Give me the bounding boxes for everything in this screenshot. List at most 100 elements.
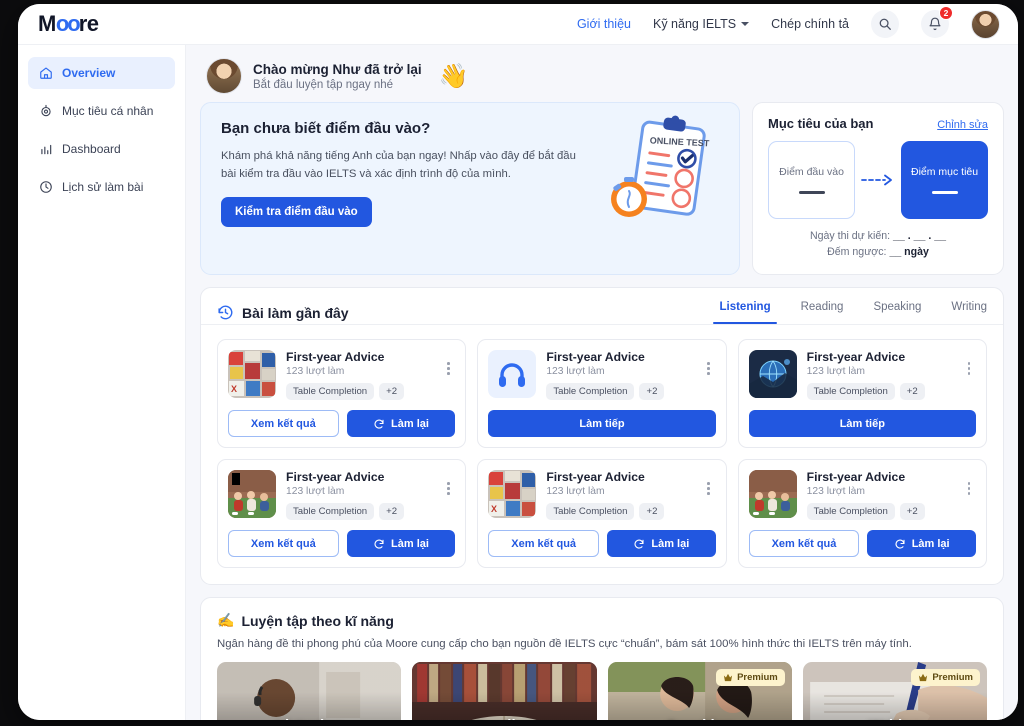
attempt-card[interactable]: X First-year Advice 123 lượt làm Table C… xyxy=(477,459,727,568)
attempt-card[interactable]: First-year Advice 123 lượt làm Table Com… xyxy=(477,339,727,448)
skill-card-speaking[interactable]: Premium Speaking xyxy=(607,662,792,720)
view-result-button[interactable]: Xem kết quả xyxy=(488,530,599,557)
retry-button-label: Làm lại xyxy=(651,537,690,550)
thumbnail-newspaper-collage: X xyxy=(488,470,537,518)
card-tag: Table Completion xyxy=(546,383,635,400)
crown-icon xyxy=(724,673,733,682)
nav-item-gioi-thieu[interactable]: Giới thiệu xyxy=(577,17,631,31)
view-result-button[interactable]: Xem kết quả xyxy=(748,530,860,557)
thumbnail-newspaper-collage: X xyxy=(228,350,276,398)
nav-item-ky-nang-ielts[interactable]: Kỹ năng IELTS xyxy=(653,17,750,31)
card-tag: Table Completion xyxy=(806,383,895,400)
view-result-button[interactable]: Xem kết quả xyxy=(228,410,339,437)
skill-card-listening[interactable]: Listening xyxy=(217,662,402,720)
retry-button-label: Làm lại xyxy=(391,417,429,430)
card-attempts: 123 lượt làm xyxy=(286,486,345,497)
view-result-button[interactable]: Xem kết quả xyxy=(228,530,339,557)
card-tag-more: +2 xyxy=(379,503,405,520)
writing-hand-icon: ✍️ xyxy=(217,612,235,628)
continue-button[interactable]: Làm tiếp xyxy=(488,410,716,437)
tab-reading[interactable]: Reading xyxy=(801,301,844,324)
card-menu-button[interactable] xyxy=(702,350,716,400)
card-attempts: 123 lượt làm xyxy=(806,486,865,497)
card-top: First-year Advice 123 lượt làm Table Com… xyxy=(748,350,976,400)
card-tags: Table Completion +2 xyxy=(546,503,691,520)
card-info: First-year Advice 123 lượt làm Table Com… xyxy=(286,350,431,400)
skill-card-reading[interactable]: Reading xyxy=(412,662,597,720)
skill-label: Writing xyxy=(803,717,987,720)
goal-edit-link[interactable]: Chỉnh sửa xyxy=(937,119,988,131)
notifications-button[interactable]: 2 xyxy=(921,6,953,38)
svg-text:X: X xyxy=(491,504,497,514)
sidebar-item-dashboard[interactable]: Dashboard xyxy=(28,133,175,165)
card-top: X First-year Advice 123 lượt làm Table C… xyxy=(488,470,715,520)
card-attempts: 123 lượt làm xyxy=(546,366,605,377)
sidebar-item-muc-tieu-ca-nhan[interactable]: Mục tiêu cá nhân xyxy=(28,95,175,127)
retry-button-label: Làm lại xyxy=(391,537,429,550)
moore-logo[interactable]: Moo re xyxy=(38,11,99,37)
attempt-card[interactable]: First-year Advice 123 lượt làm Table Com… xyxy=(217,459,467,568)
tab-listening[interactable]: Listening xyxy=(713,301,777,324)
sidebar: Overview Mục tiêu cá nhân Dashboard Lịch… xyxy=(18,45,186,720)
retry-button[interactable]: Làm lại xyxy=(867,530,976,557)
entry-score-value xyxy=(798,191,825,194)
retry-button[interactable]: Làm lại xyxy=(346,410,456,437)
attempt-card[interactable]: First-year Advice 123 lượt làm Table Com… xyxy=(737,459,987,568)
retry-button[interactable]: Làm lại xyxy=(607,530,716,557)
card-tags: Table Completion +2 xyxy=(286,383,431,400)
card-attempts: 123 lượt làm xyxy=(286,366,345,377)
crown-icon xyxy=(919,673,928,682)
card-menu-button[interactable] xyxy=(962,350,976,400)
sidebar-item-label: Lịch sử làm bài xyxy=(62,180,144,194)
card-tag: Table Completion xyxy=(286,503,375,520)
card-menu-button[interactable] xyxy=(441,350,455,400)
exam-date-label: Ngày thi dự kiến: xyxy=(809,230,891,242)
card-title: First-year Advice xyxy=(806,470,906,484)
waving-hand-icon: 👋 xyxy=(438,62,469,90)
app-window: Moo re Giới thiệu Kỹ năng IELTS Chép chín… xyxy=(18,4,1018,720)
card-tags: Table Completion +2 xyxy=(806,383,952,400)
goal-boxes: Điểm đầu vào Điểm mục tiêu xyxy=(768,141,988,219)
premium-badge: Premium xyxy=(716,669,785,686)
skill-label: Speaking xyxy=(608,717,792,720)
top-header: Moo re Giới thiệu Kỹ năng IELTS Chép chín… xyxy=(18,4,1018,45)
tab-speaking[interactable]: Speaking xyxy=(873,301,921,324)
card-menu-button[interactable] xyxy=(962,470,976,520)
target-score-box[interactable]: Điểm mục tiêu xyxy=(901,141,988,219)
greeting-text: Chào mừng Như đã trở lại Bắt đầu luyện t… xyxy=(253,62,422,91)
dashed-arrow-icon xyxy=(861,174,893,186)
card-title: First-year Advice xyxy=(286,350,385,364)
logo-text-oo: oo xyxy=(55,11,81,36)
attempt-card[interactable]: X First-year Advice 123 lượt làm Table C… xyxy=(217,339,467,448)
sidebar-item-label: Dashboard xyxy=(62,142,121,156)
skill-label: Listening xyxy=(217,717,401,720)
card-title: First-year Advice xyxy=(546,350,645,364)
skill-label: Reading xyxy=(412,717,596,720)
continue-button[interactable]: Làm tiếp xyxy=(748,410,976,437)
goal-card: Mục tiêu của bạn Chỉnh sửa Điểm đầu vào xyxy=(752,102,1004,275)
sidebar-item-label: Mục tiêu cá nhân xyxy=(62,104,154,118)
bell-icon xyxy=(929,17,941,31)
search-button[interactable] xyxy=(871,10,899,38)
card-actions: Xem kết quả Làm lại xyxy=(488,530,716,557)
attempt-card[interactable]: First-year Advice 123 lượt làm Table Com… xyxy=(737,339,987,448)
sidebar-item-overview[interactable]: Overview xyxy=(28,57,175,89)
tab-writing[interactable]: Writing xyxy=(951,301,987,324)
recent-title-text: Bài làm gần đây xyxy=(242,304,349,321)
entry-test-button[interactable]: Kiểm tra điểm đầu vào xyxy=(221,196,372,227)
entry-score-box[interactable]: Điểm đầu vào xyxy=(768,141,856,219)
card-menu-button[interactable] xyxy=(441,470,455,520)
retry-button[interactable]: Làm lại xyxy=(346,530,456,557)
refresh-icon xyxy=(374,539,384,549)
nav-item-chep-chinh-ta[interactable]: Chép chính tả xyxy=(771,17,849,31)
thumbnail-globe-tech xyxy=(748,350,797,398)
sidebar-item-lich-su-lam-bai[interactable]: Lịch sử làm bài xyxy=(28,171,175,203)
target-score-label: Điểm mục tiêu xyxy=(911,166,979,178)
skill-card-writing[interactable]: Premium Writing xyxy=(802,662,987,720)
avatar[interactable] xyxy=(971,9,1000,39)
card-menu-button[interactable] xyxy=(702,470,716,520)
main-content: Chào mừng Như đã trở lại Bắt đầu luyện t… xyxy=(186,45,1018,720)
premium-label: Premium xyxy=(737,672,778,683)
home-icon xyxy=(38,66,53,81)
card-info: First-year Advice 123 lượt làm Table Com… xyxy=(546,470,691,520)
